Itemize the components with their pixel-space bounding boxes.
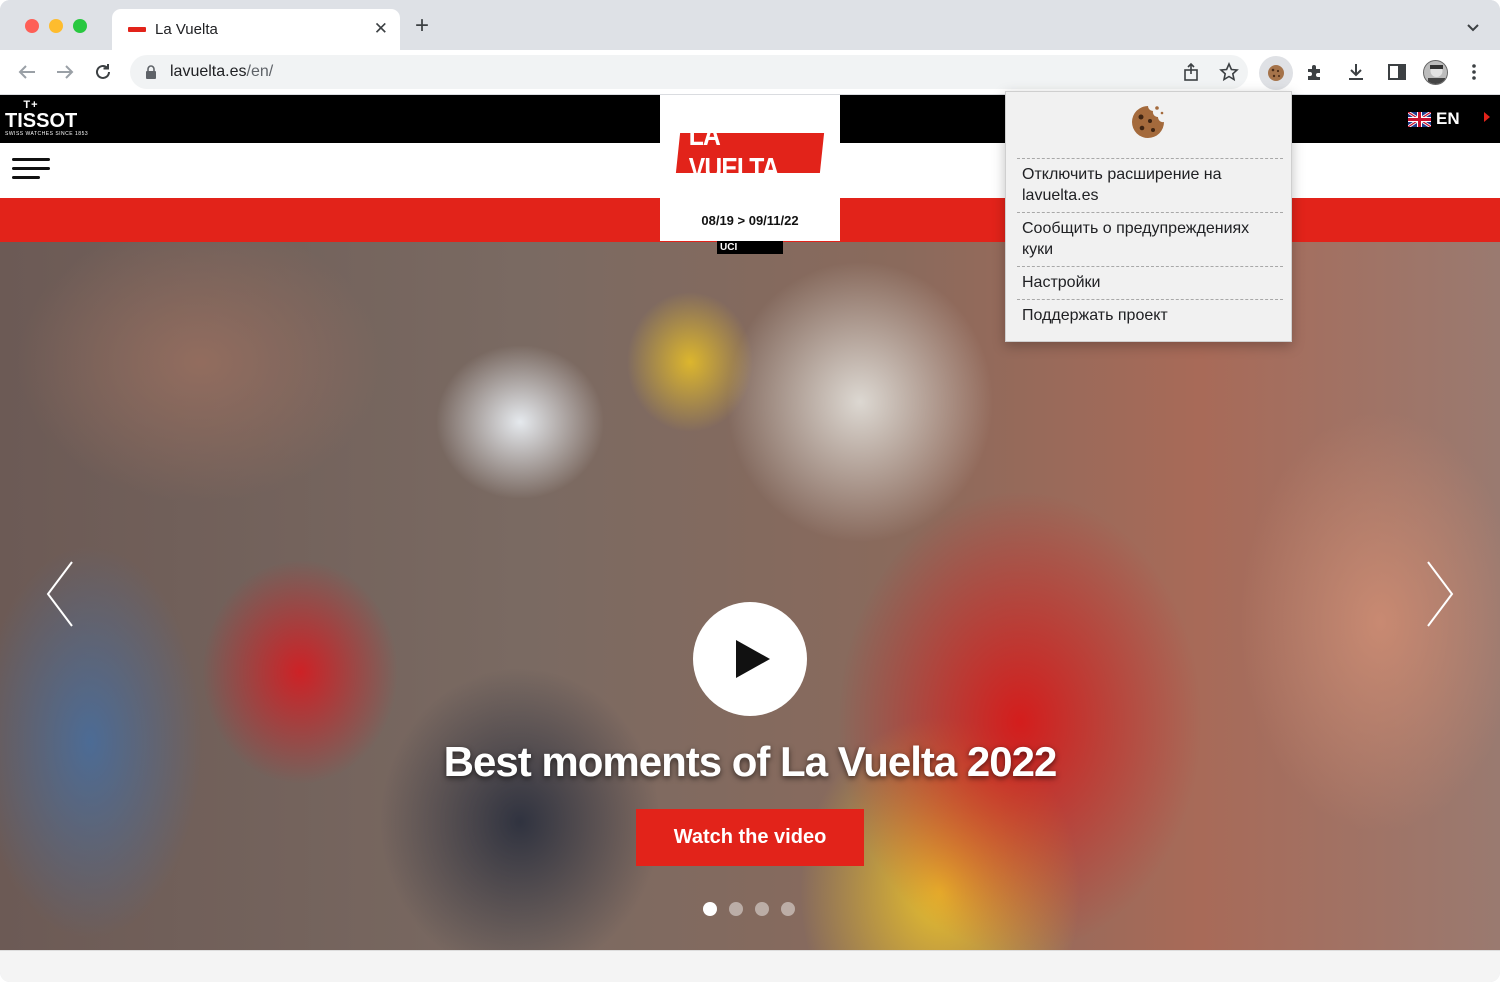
profile-avatar[interactable] [1423, 60, 1448, 85]
window-maximize-button[interactable] [73, 19, 87, 33]
language-arrow-icon[interactable] [1484, 112, 1490, 122]
tissot-logo[interactable]: T+ TISSOT SWISS WATCHES SINCE 1853 [5, 99, 88, 137]
race-dates: 08/19 > 09/11/22 [701, 213, 799, 228]
reload-icon[interactable] [92, 61, 114, 83]
hero-title: Best moments of La Vuelta 2022 [443, 738, 1058, 785]
cookie-icon [1132, 106, 1164, 138]
side-panel-icon[interactable] [1386, 61, 1408, 83]
browser-toolbar: lavuelta.es/en/ [0, 50, 1500, 95]
browser-tab[interactable]: La Vuelta ✕ [112, 9, 400, 50]
extensions-puzzle-icon[interactable] [1304, 61, 1326, 83]
language-selector[interactable]: EN [1408, 109, 1460, 129]
cookie-extension-popup: Отключить расширение на lavuelta.es Сооб… [1005, 91, 1292, 342]
bookmark-star-icon[interactable] [1218, 61, 1240, 83]
carousel-next-icon[interactable] [1425, 560, 1455, 628]
new-tab-button[interactable]: + [415, 14, 429, 38]
la-vuelta-logo: LA VUELTA [675, 120, 825, 185]
carousel-prev-icon[interactable] [45, 560, 75, 628]
uci-badge: UCI [717, 241, 783, 254]
popup-item-disable-on-site[interactable]: Отключить расширение на lavuelta.es [1017, 158, 1283, 212]
carousel-dots [703, 902, 795, 916]
popup-item-support-project[interactable]: Поддержать проект [1017, 299, 1283, 332]
popup-item-settings[interactable]: Настройки [1017, 266, 1283, 299]
browser-window: La Vuelta ✕ + lavuelta.es/en/ T+ TISSOT … [0, 0, 1500, 982]
tab-close-icon[interactable]: ✕ [374, 19, 388, 39]
uk-flag-icon [1408, 111, 1431, 127]
carousel-dot[interactable] [729, 902, 743, 916]
carousel-dot[interactable] [755, 902, 769, 916]
tab-strip: La Vuelta ✕ + [0, 0, 1500, 50]
forward-icon[interactable] [54, 61, 76, 83]
menu-kebab-icon[interactable] [1463, 61, 1485, 83]
watch-video-button[interactable]: Watch the video [636, 809, 864, 866]
tissot-tagline: SWISS WATCHES SINCE 1853 [5, 131, 89, 137]
url-host: lavuelta.es [170, 63, 247, 80]
favicon-icon [128, 27, 146, 32]
play-video-button[interactable] [693, 602, 807, 716]
lock-icon[interactable] [145, 65, 157, 79]
popup-item-report-warnings[interactable]: Сообщить о предупреждениях куки [1017, 212, 1283, 266]
window-minimize-button[interactable] [49, 19, 63, 33]
url-path: /en/ [246, 63, 274, 80]
hamburger-menu-icon[interactable] [12, 158, 50, 180]
avatar-image [1424, 61, 1447, 84]
share-icon[interactable] [1180, 61, 1202, 83]
language-label: EN [1436, 109, 1460, 128]
tab-title: La Vuelta [155, 21, 218, 38]
carousel-dot[interactable] [781, 902, 795, 916]
carousel-dot[interactable] [703, 902, 717, 916]
tissot-name: TISSOT [5, 110, 78, 132]
hero-carousel: Best moments of La Vuelta 2022 Watch the… [0, 242, 1500, 950]
download-icon[interactable] [1345, 61, 1367, 83]
play-icon [736, 640, 770, 678]
cookie-extension-button[interactable] [1259, 56, 1293, 90]
logo-text: LA VUELTA [688, 120, 779, 185]
page-bottom-strip [0, 950, 1500, 982]
tab-search-chevron-icon[interactable] [1464, 18, 1482, 36]
url-text: lavuelta.es/en/ [170, 63, 273, 81]
cookie-icon [1268, 65, 1284, 81]
window-close-button[interactable] [25, 19, 39, 33]
back-icon[interactable] [16, 61, 38, 83]
address-bar[interactable]: lavuelta.es/en/ [130, 55, 1248, 89]
la-vuelta-logo-card[interactable]: LA VUELTA 08/19 > 09/11/22 [660, 95, 840, 241]
